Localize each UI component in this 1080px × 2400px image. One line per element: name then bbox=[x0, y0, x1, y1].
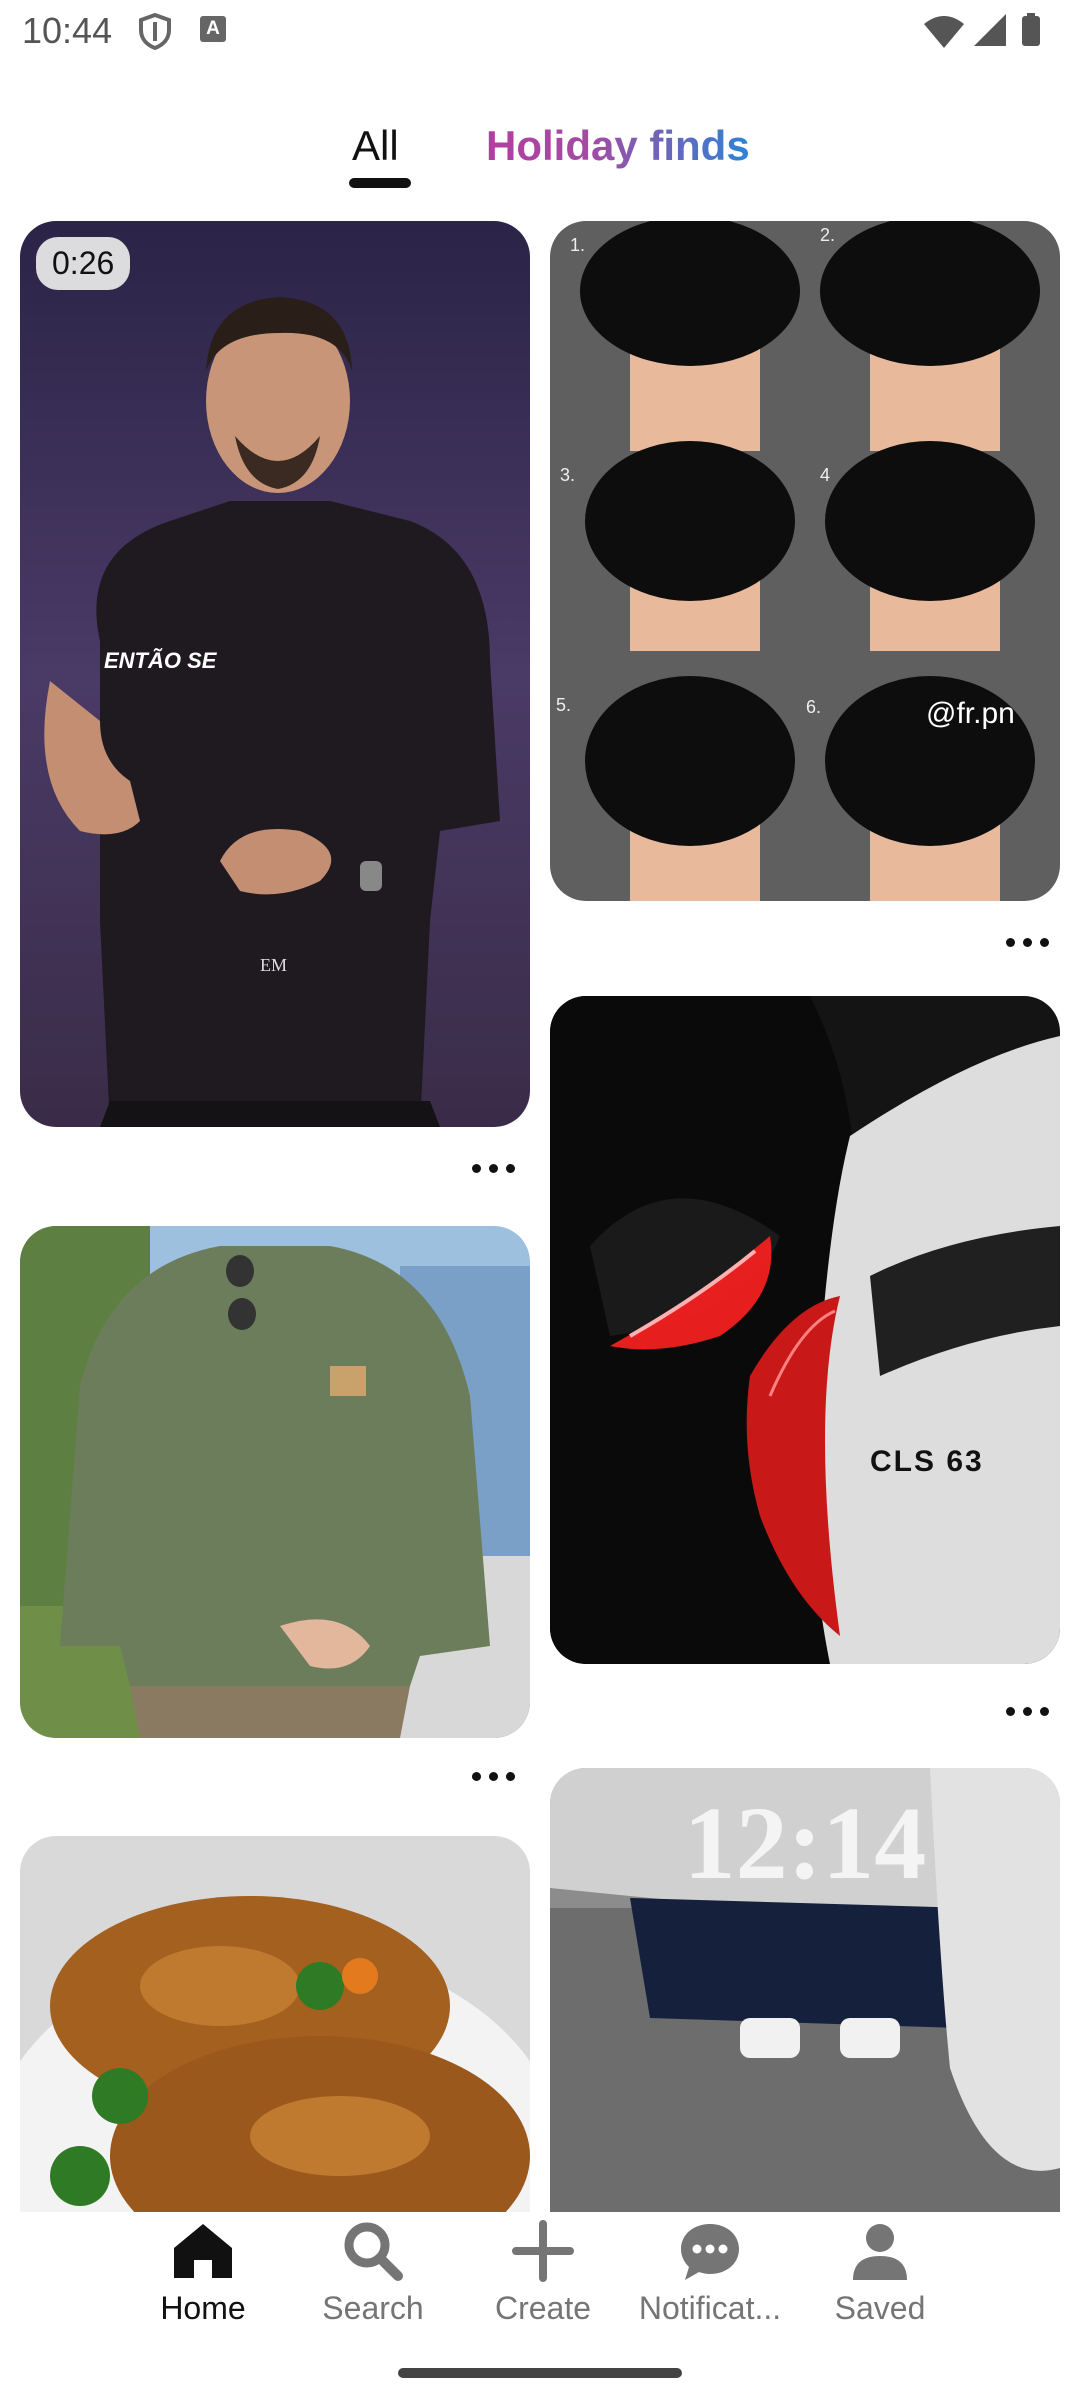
home-icon bbox=[174, 2224, 232, 2278]
more-options-icon[interactable] bbox=[464, 1153, 524, 1183]
tab-active-indicator bbox=[349, 178, 411, 188]
haircut-watermark: @fr.pn bbox=[926, 697, 1015, 730]
nav-saved-label: Saved bbox=[834, 2290, 926, 2326]
more-options-icon[interactable] bbox=[464, 1761, 524, 1791]
haircut-label: 5. bbox=[556, 695, 571, 715]
haircut-label: 3. bbox=[560, 465, 575, 485]
nav-notifications[interactable]: Notificat... bbox=[635, 2218, 785, 2358]
plus-icon bbox=[512, 2220, 574, 2282]
chat-bubble-icon bbox=[681, 2224, 739, 2280]
car-badge: CLS 63 bbox=[870, 1445, 984, 1478]
haircut-label: 2. bbox=[820, 225, 835, 245]
clock-text: 12:14 bbox=[684, 1786, 927, 1901]
pin-video-speaker[interactable]: ENTÃO SE EM 0:26 bbox=[20, 221, 530, 1127]
em-text: EM bbox=[260, 955, 287, 975]
nav-saved[interactable]: Saved bbox=[805, 2218, 955, 2358]
pin-haircut-styles[interactable]: 1. 2. 3. 4 5. 6. @fr.pn bbox=[550, 221, 1060, 901]
pin-feed[interactable]: All Holiday finds ENTÃO SE EM 0:26 1. 2.… bbox=[0, 0, 1080, 2212]
tab-holiday-finds[interactable]: Holiday finds bbox=[486, 122, 750, 170]
pin-car-taillights[interactable]: CLS 63 bbox=[550, 996, 1060, 1664]
gesture-bar[interactable] bbox=[398, 2368, 682, 2378]
tab-all[interactable]: All bbox=[352, 122, 399, 170]
feed-tabs: All Holiday finds bbox=[0, 112, 1080, 192]
nav-search[interactable]: Search bbox=[298, 2218, 448, 2358]
profile-icon bbox=[853, 2224, 907, 2280]
haircut-label: 6. bbox=[806, 697, 821, 717]
nav-home-label: Home bbox=[160, 2290, 246, 2326]
haircut-label: 4 bbox=[820, 465, 830, 485]
nav-notifications-label: Notificat... bbox=[638, 2290, 782, 2326]
pin-clock-photo[interactable]: 12:14 bbox=[550, 1768, 1060, 2212]
pin-green-hoodie[interactable] bbox=[20, 1226, 530, 1738]
search-icon bbox=[344, 2222, 403, 2281]
video-duration-badge: 0:26 bbox=[36, 237, 131, 290]
shirt-text: ENTÃO SE bbox=[104, 648, 218, 673]
haircut-label: 1. bbox=[570, 235, 585, 255]
pin-roast-chicken[interactable] bbox=[20, 1836, 530, 2212]
more-options-icon[interactable] bbox=[998, 927, 1058, 957]
nav-create-label: Create bbox=[494, 2290, 592, 2326]
nav-search-label: Search bbox=[322, 2290, 424, 2326]
more-options-icon[interactable] bbox=[998, 1696, 1058, 1726]
nav-home[interactable]: Home bbox=[128, 2218, 278, 2358]
nav-create[interactable]: Create bbox=[468, 2218, 618, 2358]
